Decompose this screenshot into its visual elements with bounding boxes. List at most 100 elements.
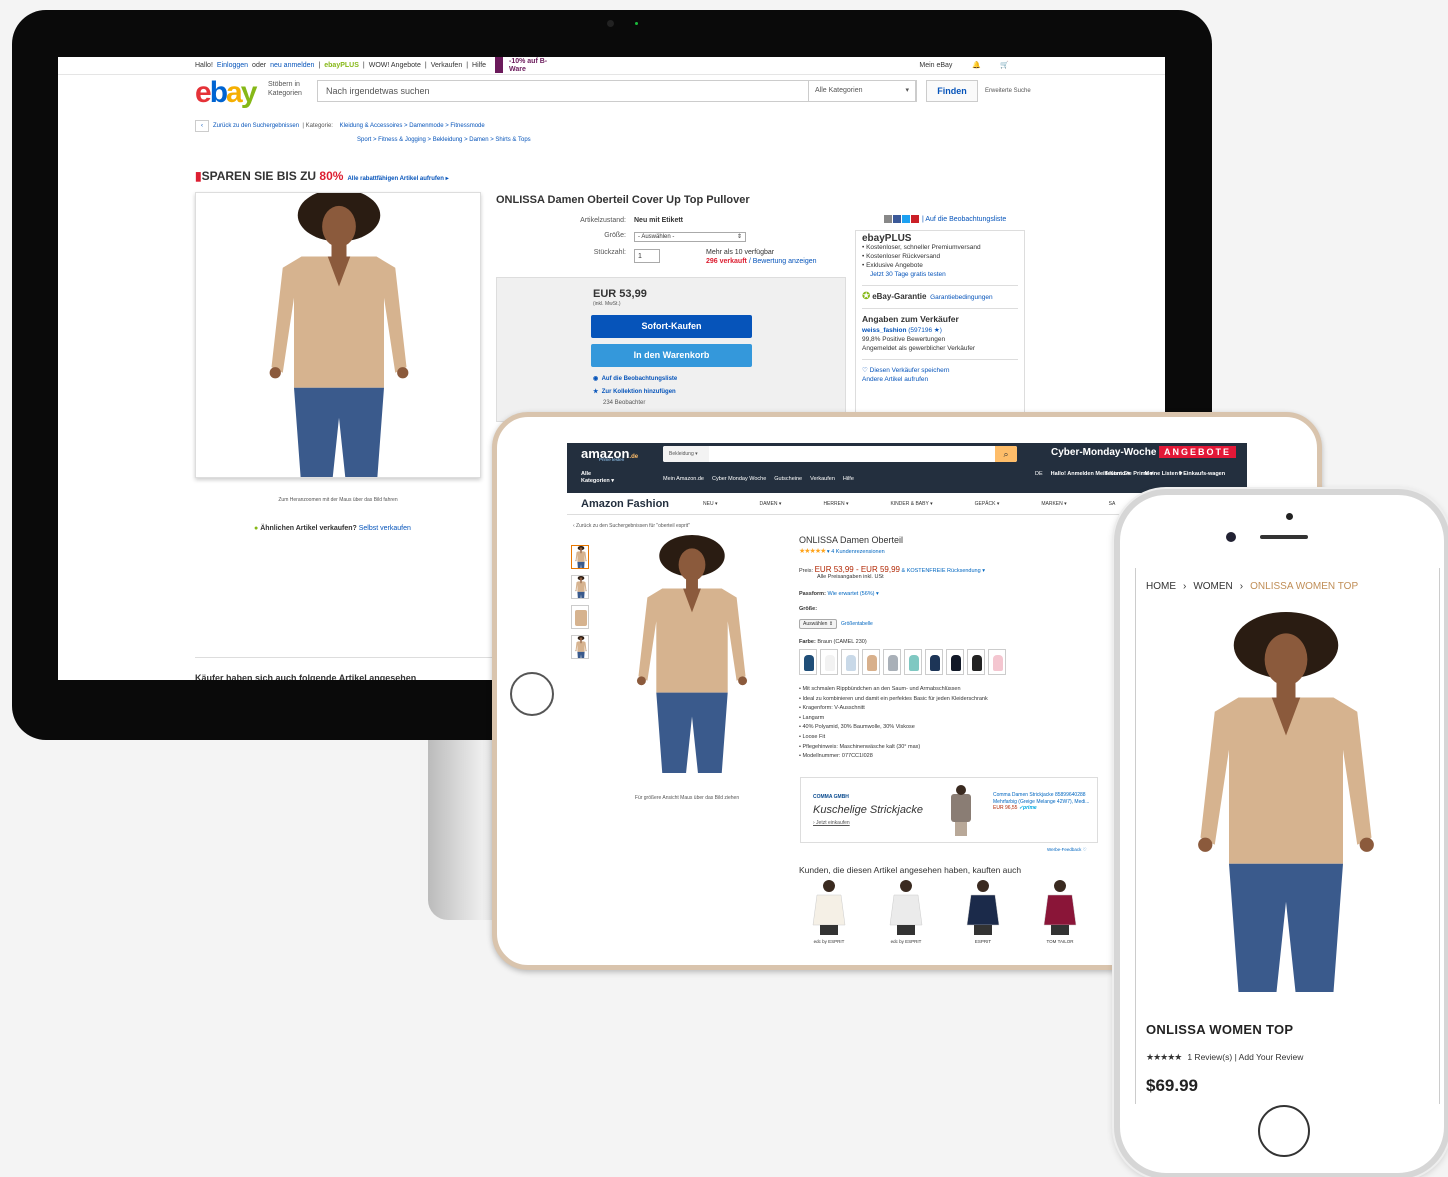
ad-feedback-link[interactable]: Werbe-Feedback ♡ — [1047, 847, 1087, 853]
color-swatch[interactable] — [967, 649, 985, 675]
seller-name[interactable]: weiss_fashion — [862, 327, 906, 334]
buy-now-button[interactable]: Sofort-Kaufen — [591, 315, 752, 338]
fashion-nav-item[interactable]: HERREN ▾ — [823, 501, 848, 507]
facebook-icon[interactable] — [893, 215, 901, 223]
color-swatch[interactable] — [925, 649, 943, 675]
cyber-week-banner[interactable]: Cyber-Monday-Woche — [1051, 447, 1156, 458]
recommendation-item[interactable]: edc by ESPRIT — [876, 879, 936, 944]
color-swatch[interactable] — [946, 649, 964, 675]
account-link[interactable]: Hallo! Anmelden Mein Konto ▾ — [1051, 471, 1130, 478]
ebay-logo[interactable]: ebay — [195, 78, 257, 108]
fashion-nav-item[interactable]: GEPÄCK ▾ — [975, 501, 1000, 507]
size-chart-link[interactable]: Größentabelle — [841, 621, 873, 627]
cart-icon[interactable]: 🛒 — [1000, 62, 1009, 69]
reviews-link[interactable]: ▾ 4 Kundenrezensionen — [827, 549, 885, 555]
color-swatch[interactable] — [988, 649, 1006, 675]
advanced-search-link[interactable]: Erweiterte Suche — [985, 88, 1031, 94]
breadcrumb-path-2[interactable]: Sport > Fitness & Jogging > Bekleidung >… — [357, 137, 531, 143]
watchlist-link[interactable]: ◉ Auf die Beobachtungsliste — [593, 375, 677, 382]
free-return-link[interactable]: & KOSTENFREIE Rücksendung ▾ — [902, 568, 985, 574]
size-select[interactable]: Auswählen ⇕ — [799, 619, 838, 629]
cart-icon[interactable]: 0 Einkaufs-wagen — [1179, 471, 1225, 478]
offers-badge[interactable]: ANGEBOTE — [1159, 446, 1237, 458]
prime-trial[interactable]: Prime testen — [599, 457, 624, 462]
other-items-link[interactable]: Andere Artikel aufrufen — [862, 375, 1018, 384]
nav-link[interactable]: Cyber Monday Woche — [712, 476, 766, 482]
my-ebay-link[interactable]: Mein eBay — [919, 62, 952, 69]
sell-yourself-link[interactable]: Selbst verkaufen — [359, 525, 411, 532]
home-button-icon[interactable] — [1258, 1105, 1310, 1157]
plus-trial-link[interactable]: Jetzt 30 Tage gratis testen — [862, 270, 1018, 279]
share-watchlist-link[interactable]: | Auf die Beobachtungsliste — [922, 216, 1006, 223]
ad-desc-text[interactable]: Comma Damen Strickjacke 85899640288 Mehr… — [993, 792, 1089, 805]
home-button-icon[interactable] — [510, 672, 554, 716]
all-categories[interactable]: Alle Kategorien ▾ — [581, 471, 621, 485]
color-swatch[interactable] — [799, 649, 817, 675]
thumbnail[interactable] — [571, 545, 589, 569]
back-to-results-link[interactable]: ‹ Zurück zu den Suchergebnissen für "obe… — [573, 523, 690, 529]
color-swatch[interactable] — [841, 649, 859, 675]
save-seller-link[interactable]: ♡ Diesen Verkäufer speichern — [862, 366, 1018, 375]
back-arrow-icon[interactable]: ‹ — [195, 120, 209, 132]
fashion-nav-item[interactable]: NEU ▾ — [703, 501, 717, 507]
search-input[interactable]: Nach irgendetwas suchen Alle Kategorien ▾ — [317, 80, 917, 102]
bell-icon[interactable]: 🔔 — [972, 62, 981, 69]
recommendation-item[interactable]: TOM TAILOR — [1030, 879, 1090, 944]
search-input[interactable]: Bekleidung ▾ ⌕ — [663, 446, 1017, 462]
twitter-icon[interactable] — [902, 215, 910, 223]
main-product-image[interactable] — [617, 535, 767, 773]
guarantee-link[interactable]: Garantiebedingungen — [930, 294, 993, 301]
back-link[interactable]: Zurück zu den Suchergebnissen — [213, 123, 299, 129]
sell-link[interactable]: Verkaufen — [431, 62, 463, 69]
language-select[interactable]: DE — [1035, 471, 1043, 478]
nav-link[interactable]: Mein Amazon.de — [663, 476, 704, 482]
recommendation-item[interactable]: edc by ESPRIT — [799, 879, 859, 944]
seller-feedback[interactable]: (597196 ★) — [908, 327, 942, 334]
help-link[interactable]: Hilfe — [472, 62, 486, 69]
pinterest-icon[interactable] — [911, 215, 919, 223]
add-to-cart-button[interactable]: In den Warenkorb — [591, 344, 752, 367]
breadcrumb-women[interactable]: WOMEN — [1193, 581, 1232, 592]
fashion-nav-item[interactable]: KINDER & BABY ▾ — [890, 501, 932, 507]
search-icon[interactable]: ⌕ — [995, 446, 1017, 462]
sold-count[interactable]: 296 verkauft — [706, 258, 747, 265]
wow-link[interactable]: WOW! Angebote — [369, 62, 421, 69]
ad-cta-link[interactable]: › Jetzt einkaufen — [813, 820, 850, 826]
fit-link[interactable]: Wie erwartet (56%) ▾ — [827, 591, 878, 597]
nav-link[interactable]: Hilfe — [843, 476, 854, 482]
find-button[interactable]: Finden — [926, 80, 978, 102]
search-category[interactable]: Bekleidung ▾ — [663, 446, 709, 462]
product-image[interactable] — [1166, 612, 1406, 992]
promo-badge[interactable] — [495, 57, 503, 73]
product-image[interactable] — [195, 192, 481, 478]
star-rating-icon[interactable]: ★★★★★ — [799, 548, 826, 555]
collection-link[interactable]: ★ Zur Kollektion hinzufügen — [593, 388, 676, 395]
fashion-title[interactable]: Amazon Fashion — [581, 498, 669, 510]
prime-link[interactable]: Testen Sie Prime ▾ — [1105, 471, 1153, 478]
quantity-input[interactable]: 1 — [634, 249, 660, 263]
nav-link[interactable]: Verkaufen — [810, 476, 835, 482]
ratings-link[interactable]: / Bewertung anzeigen — [749, 258, 817, 265]
color-swatch[interactable] — [904, 649, 922, 675]
color-swatch[interactable] — [862, 649, 880, 675]
mail-icon[interactable] — [884, 215, 892, 223]
breadcrumb-path-1[interactable]: Kleidung & Accessoires > Damenmode > Fit… — [340, 123, 485, 129]
fashion-nav-item[interactable]: SA — [1109, 501, 1116, 507]
thumbnail[interactable] — [571, 635, 589, 659]
review-links[interactable]: 1 Review(s) | Add Your Review — [1187, 1052, 1303, 1062]
category-select[interactable]: Alle Kategorien ▾ — [808, 80, 916, 102]
color-swatch[interactable] — [820, 649, 838, 675]
sponsored-ad[interactable]: COMMA GMBH Kuschelige Strickjacke › Jetz… — [800, 777, 1098, 843]
browse-categories[interactable]: Stöbern in Kategorien — [268, 80, 316, 98]
thumbnail[interactable] — [571, 605, 589, 629]
color-swatch[interactable] — [883, 649, 901, 675]
ebay-plus-link[interactable]: ebayPLUS — [324, 62, 359, 69]
register-link[interactable]: neu anmelden — [270, 62, 314, 69]
lists-link[interactable]: Meine Listen ▾ — [1145, 471, 1183, 478]
login-link[interactable]: Einloggen — [217, 62, 248, 69]
thumbnail[interactable] — [571, 575, 589, 599]
fashion-nav-item[interactable]: MARKEN ▾ — [1041, 501, 1066, 507]
nav-link[interactable]: Gutscheine — [774, 476, 802, 482]
promo-text[interactable]: -10% auf B-Ware — [509, 58, 553, 74]
savings-link[interactable]: Alle rabattfähigen Artikel aufrufen ▸ — [347, 176, 448, 182]
